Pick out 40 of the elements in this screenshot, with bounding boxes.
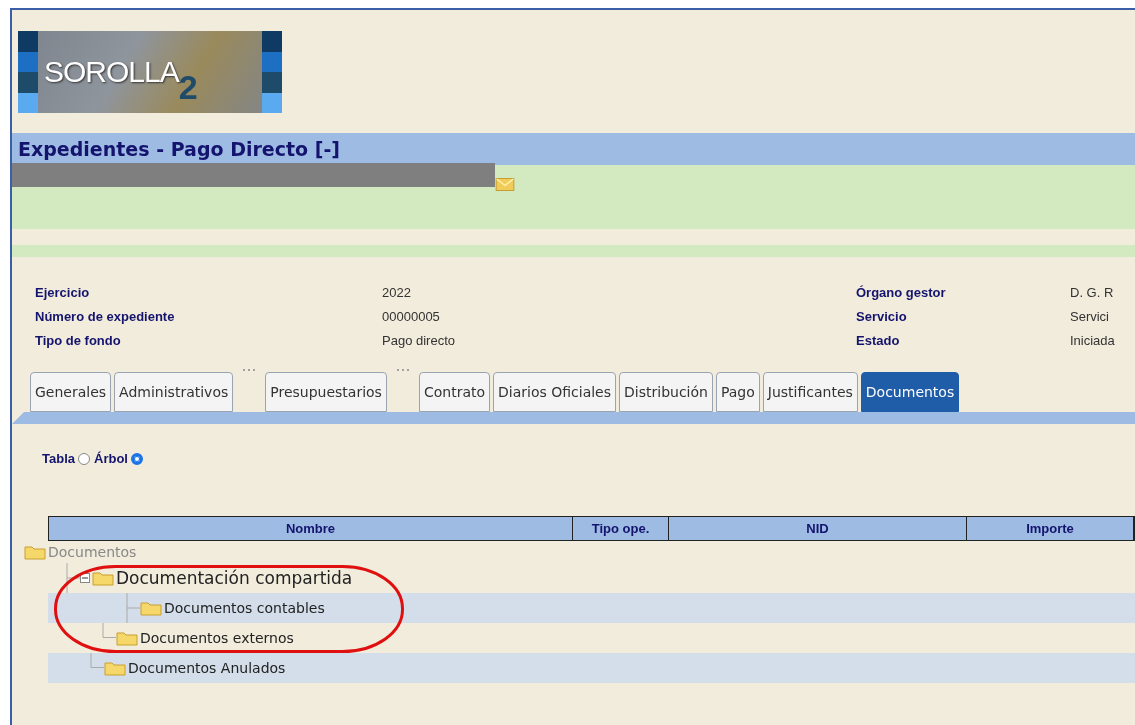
field-value: Iniciada: [1070, 333, 1116, 348]
field-value: Pago directo: [382, 333, 456, 348]
tab[interactable]: Presupuestarios: [265, 372, 387, 412]
tree-connector-icon: [66, 563, 80, 593]
folder-icon: [92, 570, 114, 586]
folder-icon: [140, 600, 162, 616]
radio-label: Árbol: [94, 451, 128, 466]
tree-connector-icon: [90, 653, 104, 668]
radio-button[interactable]: [78, 452, 90, 465]
tab[interactable]: Administrativos: [114, 372, 234, 412]
tab[interactable]: Diarios Oficiales: [493, 372, 617, 412]
field-label: Servicio: [856, 309, 908, 324]
tab[interactable]: Distribución: [619, 372, 713, 412]
folder-icon: [104, 660, 126, 676]
field-label: Tipo de fondo: [35, 333, 122, 348]
tree-connector-icon: [102, 623, 116, 638]
tab[interactable]: Contrato: [418, 372, 490, 412]
column-header: NID: [669, 517, 967, 540]
column-header: Tipo ope.: [573, 517, 669, 540]
tab[interactable]: Pago: [715, 372, 760, 412]
tab[interactable]: Documentos: [860, 372, 960, 412]
field-label: Estado: [856, 333, 901, 348]
radio-label: Tabla: [42, 451, 75, 466]
field-label: Órgano gestor: [856, 285, 947, 300]
page-title: Expedientes - Pago Directo [-]: [18, 138, 340, 160]
field-label: Número de expediente: [35, 309, 176, 324]
field-value: 2022: [382, 285, 412, 300]
field-value: D. G. R: [1070, 285, 1115, 300]
folder-icon: [24, 544, 46, 560]
field-value: Servici: [1070, 309, 1110, 324]
tab[interactable]: Justificantes: [762, 372, 858, 412]
field-label: Ejercicio: [35, 285, 91, 300]
column-header: Importe: [967, 517, 1134, 540]
tree-connector-icon: [126, 593, 140, 623]
field-value: 00000005: [382, 309, 441, 324]
column-header: Nombre: [49, 517, 573, 540]
radio-button[interactable]: [130, 452, 143, 465]
folder-icon: [116, 630, 138, 646]
tab[interactable]: Generales: [30, 372, 112, 412]
envelope-icon[interactable]: [495, 178, 515, 191]
